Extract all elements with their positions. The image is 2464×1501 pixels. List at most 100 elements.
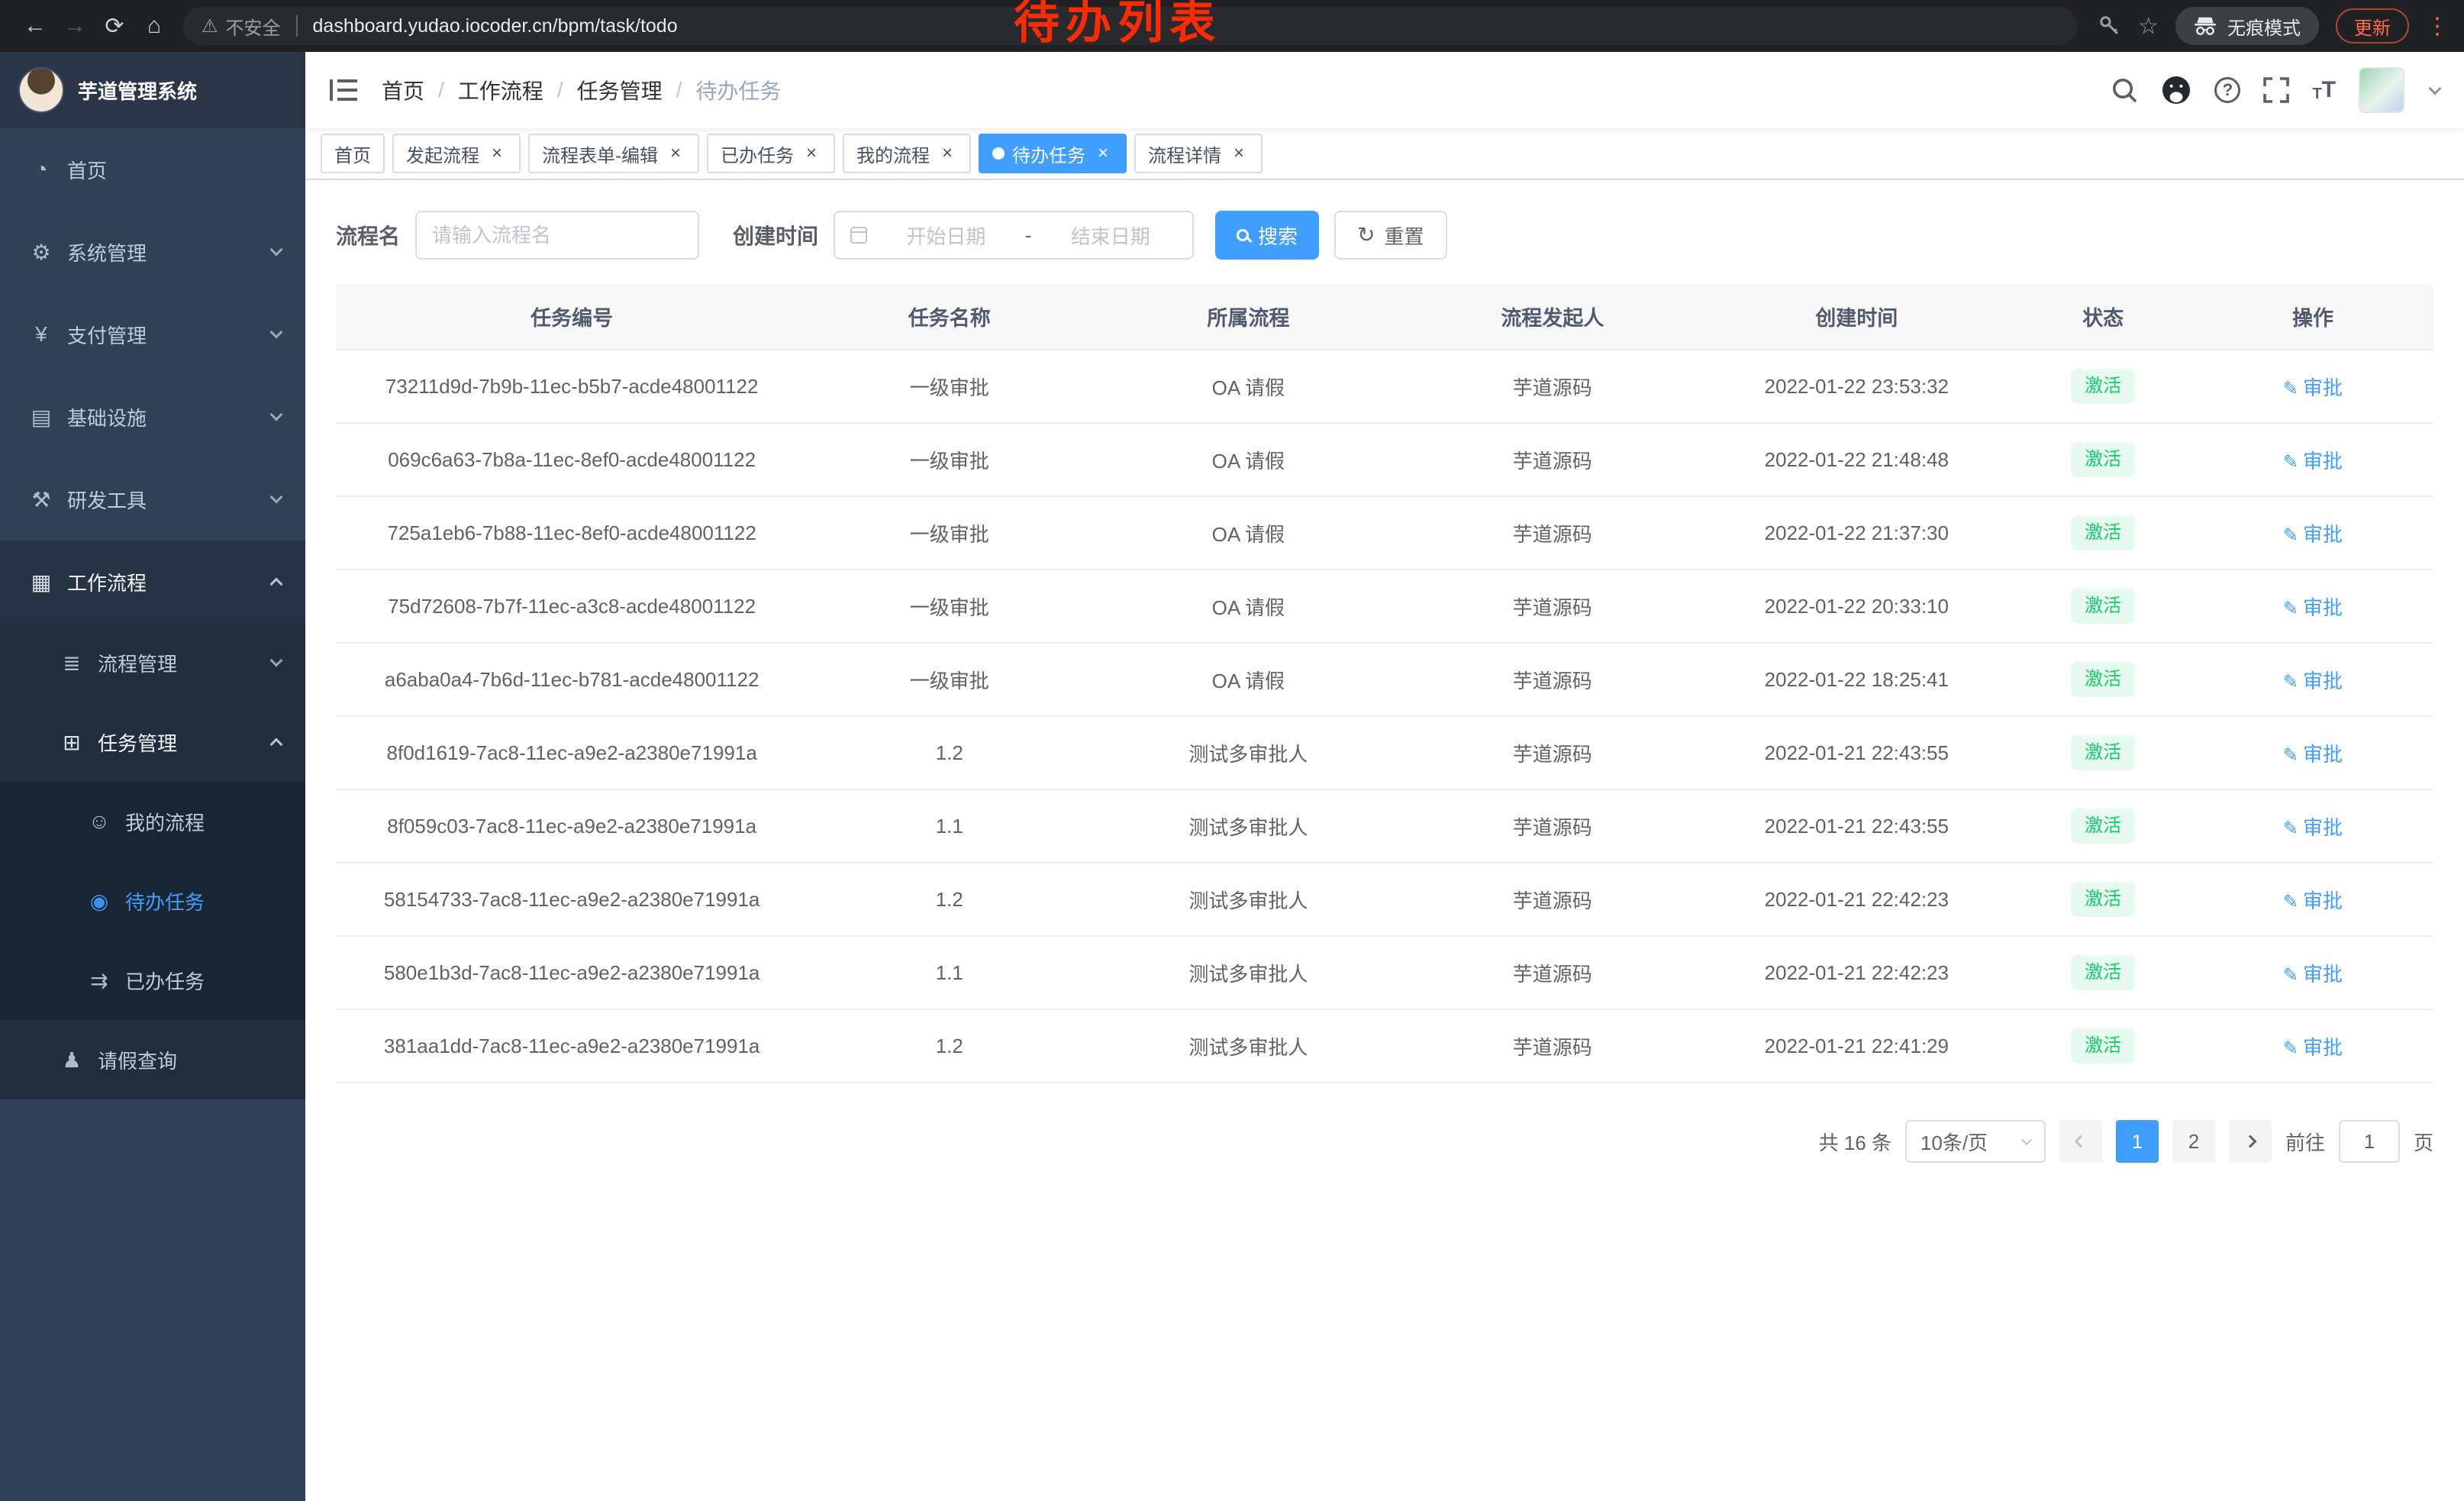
table-row: 580e1b3d-7ac8-11ec-a9e2-a2380e71991a1.1测… (336, 936, 2433, 1009)
approve-link[interactable]: ✎审批 (2283, 1036, 2343, 1059)
edit-icon: ✎ (2283, 1038, 2298, 1059)
sidebar-item-task-mgmt[interactable]: ⊞任务管理 (0, 702, 305, 782)
close-icon[interactable]: × (937, 144, 957, 163)
sidebar-item-my-process[interactable]: ☺我的流程 (0, 782, 305, 861)
search-button[interactable]: 搜索 (1215, 211, 1319, 260)
sidebar-item-process-mgmt[interactable]: ≣流程管理 (0, 623, 305, 702)
cell-task-name: 1.2 (808, 1009, 1091, 1083)
prev-page-button[interactable] (2059, 1120, 2102, 1163)
breadcrumb-workflow[interactable]: 工作流程 (458, 75, 543, 105)
chevron-up-icon (270, 738, 283, 751)
col-actions: 操作 (2192, 284, 2433, 350)
incognito-label: 无痕模式 (2227, 13, 2301, 40)
sidebar-item-workflow[interactable]: ▦工作流程 (0, 541, 305, 623)
breadcrumb: 首页 / 工作流程 / 任务管理 / 待办任务 (382, 75, 781, 105)
forward-icon[interactable]: → (55, 6, 95, 46)
cell-process: OA 请假 (1091, 496, 1405, 570)
browser-menu-icon[interactable]: ⋮ (2426, 13, 2449, 40)
main-area: 首页 / 工作流程 / 任务管理 / 待办任务 ? TT 首页发起流程×流程表单… (305, 52, 2464, 1501)
close-icon[interactable]: × (1093, 144, 1113, 163)
cell-task-name: 一级审批 (808, 423, 1091, 496)
cell-task-id: 069c6a63-7b8a-11ec-8ef0-acde48001122 (336, 423, 808, 496)
sidebar-item-leave-query[interactable]: ♟请假查询 (0, 1020, 305, 1099)
close-icon[interactable]: × (1229, 144, 1249, 163)
cell-starter: 芋道源码 (1405, 423, 1699, 496)
approve-link[interactable]: ✎审批 (2283, 376, 2343, 399)
tab-done-tasks[interactable]: 已办任务× (707, 134, 835, 173)
approve-link[interactable]: ✎审批 (2283, 963, 2343, 986)
warning-icon: ⚠ (202, 15, 218, 37)
cell-task-id: 75d72608-7b7f-11ec-a3c8-acde48001122 (336, 570, 808, 643)
approve-link[interactable]: ✎审批 (2283, 670, 2343, 692)
app-logo-row[interactable]: 芋道管理系统 (0, 52, 305, 128)
sidebar-toggle-icon[interactable] (330, 79, 357, 102)
approve-link[interactable]: ✎审批 (2283, 889, 2343, 912)
bookmark-star-icon[interactable]: ☆ (2138, 13, 2159, 40)
cell-task-id: 73211d9d-7b9b-11ec-b5b7-acde48001122 (336, 350, 808, 423)
close-icon[interactable]: × (666, 144, 685, 163)
fullscreen-icon[interactable] (2263, 77, 2289, 103)
user-avatar[interactable] (2359, 67, 2404, 113)
approve-link[interactable]: ✎审批 (2283, 596, 2343, 619)
process-name-input[interactable] (415, 211, 699, 260)
goto-page-input[interactable] (2339, 1120, 2400, 1163)
date-range-picker[interactable]: 开始日期 - 结束日期 (834, 211, 1194, 260)
home-icon[interactable]: ⌂ (134, 6, 174, 46)
sidebar-item-payment[interactable]: ¥支付管理 (0, 293, 305, 376)
sidebar-item-system[interactable]: ⚙系统管理 (0, 211, 305, 293)
sidebar-item-home[interactable]: ◔首页 (0, 128, 305, 211)
page-size-select[interactable]: 10条/页 (1905, 1120, 2046, 1163)
close-icon[interactable]: × (487, 144, 507, 163)
sidebar-item-done-task[interactable]: ⇉已办任务 (0, 941, 305, 1020)
cell-process: OA 请假 (1091, 570, 1405, 643)
approve-link[interactable]: ✎审批 (2283, 743, 2343, 766)
sidebar-item-todo-task[interactable]: ◉待办任务 (0, 861, 305, 941)
approve-link[interactable]: ✎审批 (2283, 523, 2343, 546)
tab-home[interactable]: 首页 (321, 134, 385, 173)
cell-process: 测试多审批人 (1091, 863, 1405, 936)
tab-todo-tasks[interactable]: 待办任务× (979, 134, 1127, 173)
reload-icon[interactable]: ⟳ (95, 6, 134, 46)
tab-process-detail[interactable]: 流程详情× (1134, 134, 1263, 173)
security-chip[interactable]: ⚠ 不安全 (202, 13, 281, 40)
edit-icon: ✎ (2283, 525, 2298, 546)
close-icon[interactable]: × (801, 144, 821, 163)
approve-link[interactable]: ✎审批 (2283, 816, 2343, 839)
yen-icon: ¥ (27, 322, 55, 347)
incognito-badge: 无痕模式 (2175, 7, 2319, 45)
cell-task-id: 381aa1dd-7ac8-11ec-a9e2-a2380e71991a (336, 1009, 808, 1083)
task-table-body: 73211d9d-7b9b-11ec-b5b7-acde48001122一级审批… (336, 350, 2433, 1083)
reset-button[interactable]: ↻ 重置 (1334, 211, 1446, 260)
page-button-2[interactable]: 2 (2172, 1120, 2215, 1163)
cell-process: OA 请假 (1091, 423, 1405, 496)
cell-task-id: 58154733-7ac8-11ec-a9e2-a2380e71991a (336, 863, 808, 936)
sidebar-item-infra[interactable]: ▤基础设施 (0, 376, 305, 458)
status-badge: 激活 (2071, 1028, 2135, 1064)
page-content: 流程名 创建时间 开始日期 - 结束日期 搜索 ↻ 重置 (305, 180, 2464, 1163)
update-button[interactable]: 更新 (2336, 8, 2409, 44)
navbar-right-cluster: ? TT (2111, 67, 2440, 113)
table-row: 8f059c03-7ac8-11ec-a9e2-a2380e71991a1.1测… (336, 789, 2433, 863)
breadcrumb-home[interactable]: 首页 (382, 75, 424, 105)
help-icon[interactable]: ? (2214, 77, 2240, 103)
refresh-icon: ↻ (1357, 224, 1375, 246)
breadcrumb-task-mgmt[interactable]: 任务管理 (577, 75, 663, 105)
font-size-icon[interactable]: TT (2312, 77, 2336, 103)
cell-task-name: 1.1 (808, 789, 1091, 863)
password-key-icon[interactable] (2098, 15, 2121, 37)
tab-start-process[interactable]: 发起流程× (392, 134, 521, 173)
tab-my-processes[interactable]: 我的流程× (843, 134, 971, 173)
page-button-1[interactable]: 1 (2116, 1120, 2159, 1163)
tab-form-edit[interactable]: 流程表单-编辑× (528, 134, 699, 173)
back-icon[interactable]: ← (15, 6, 55, 46)
sidebar-item-devtools[interactable]: ⚒研发工具 (0, 458, 305, 541)
chevron-down-icon (270, 491, 283, 504)
approve-link[interactable]: ✎审批 (2283, 450, 2343, 473)
cell-task-name: 一级审批 (808, 570, 1091, 643)
col-task-name: 任务名称 (808, 284, 1091, 350)
edit-icon: ✎ (2283, 672, 2298, 692)
search-icon[interactable] (2111, 76, 2138, 104)
avatar-caret-icon[interactable] (2429, 82, 2442, 95)
next-page-button[interactable] (2229, 1120, 2272, 1163)
github-icon[interactable] (2161, 75, 2191, 105)
